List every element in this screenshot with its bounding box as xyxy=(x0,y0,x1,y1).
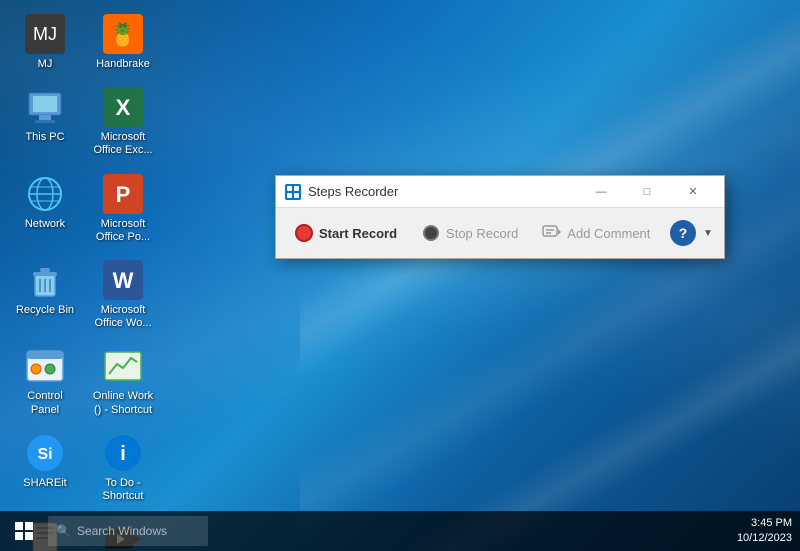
mj-label: MJ xyxy=(38,58,53,71)
icon-row-2: This PC X Microsoft Office Exc... xyxy=(10,83,158,161)
handbrake-label: Handbrake xyxy=(96,58,150,71)
mj-icon: MJ xyxy=(25,14,65,54)
desktop-icon-todo[interactable]: i To Do - Shortcut xyxy=(88,429,158,507)
svg-text:i: i xyxy=(120,443,126,465)
icon-row-3: Network P Microsoft Office Po... xyxy=(10,170,158,248)
desktop-icon-recycle-bin[interactable]: Recycle Bin xyxy=(10,256,80,334)
control-panel-icon xyxy=(25,346,65,386)
start-record-button[interactable]: Start Record xyxy=(284,216,407,250)
desktop-background-accent xyxy=(300,0,800,551)
svg-text:Si: Si xyxy=(37,446,52,463)
online-work-label: Online Work () - Shortcut xyxy=(92,390,154,416)
desktop: MJ MJ 🍍 Handbrake xyxy=(0,0,800,551)
svg-text:MJ: MJ xyxy=(33,24,57,44)
icon-row-4: Recycle Bin W Microsoft Office Wo... xyxy=(10,256,158,334)
taskbar-search-icon: 🔍 xyxy=(56,524,71,538)
recycle-bin-label: Recycle Bin xyxy=(16,304,74,317)
taskbar-date-display: 10/12/2023 xyxy=(737,531,792,546)
shareit-label: SHAREit xyxy=(23,477,66,490)
word-label: Microsoft Office Wo... xyxy=(92,304,154,330)
desktop-icon-excel[interactable]: X Microsoft Office Exc... xyxy=(88,83,158,161)
desktop-icon-shareit[interactable]: Si SHAREit xyxy=(10,429,80,507)
desktop-icon-control-panel[interactable]: Control Panel xyxy=(10,342,80,420)
stop-record-button[interactable]: Stop Record xyxy=(411,216,528,250)
svg-text:🍍: 🍍 xyxy=(109,22,136,47)
handbrake-icon: 🍍 xyxy=(103,14,143,54)
start-button[interactable] xyxy=(0,511,48,551)
minimize-button[interactable]: — xyxy=(578,176,624,208)
maximize-button[interactable]: □ xyxy=(624,176,670,208)
online-work-icon xyxy=(103,346,143,386)
add-comment-label: Add Comment xyxy=(567,226,650,241)
icon-row-5: Control Panel Online Work () - Shortcut xyxy=(10,342,158,420)
add-comment-icon xyxy=(542,223,562,243)
powerpoint-icon: P xyxy=(103,174,143,214)
add-comment-button[interactable]: Add Comment xyxy=(532,216,660,250)
close-button[interactable]: ✕ xyxy=(670,176,716,208)
desktop-icon-this-pc[interactable]: This PC xyxy=(10,83,80,161)
desktop-icon-mj[interactable]: MJ MJ xyxy=(10,10,80,75)
icon-row-1: MJ MJ 🍍 Handbrake xyxy=(10,10,158,75)
excel-icon: X xyxy=(103,87,143,127)
window-title: Steps Recorder xyxy=(308,184,578,199)
taskbar: 🔍 Search Windows 3:45 PM 10/12/2023 xyxy=(0,511,800,551)
shareit-icon: Si xyxy=(25,433,65,473)
stop-record-icon xyxy=(421,223,441,243)
network-label: Network xyxy=(25,218,65,231)
window-toolbar: Start Record Stop Record xyxy=(276,208,724,258)
taskbar-search-box[interactable]: 🔍 Search Windows xyxy=(48,516,208,546)
taskbar-search-placeholder: Search Windows xyxy=(77,524,167,538)
this-pc-label: This PC xyxy=(25,131,64,144)
start-record-label: Start Record xyxy=(319,226,397,241)
desktop-icons-container: MJ MJ 🍍 Handbrake xyxy=(10,10,158,551)
taskbar-right-area: 3:45 PM 10/12/2023 xyxy=(737,516,800,547)
desktop-icon-network[interactable]: Network xyxy=(10,170,80,248)
icon-row-6: Si SHAREit i To Do - Shortcut xyxy=(10,429,158,507)
network-icon xyxy=(25,174,65,214)
recycle-bin-icon xyxy=(25,260,65,300)
start-record-icon xyxy=(294,223,314,243)
word-icon: W xyxy=(103,260,143,300)
taskbar-clock: 3:45 PM 10/12/2023 xyxy=(737,516,792,547)
help-button[interactable]: ? xyxy=(670,220,696,246)
steps-recorder-app-icon xyxy=(284,183,302,201)
todo-label: To Do - Shortcut xyxy=(92,477,154,503)
excel-label: Microsoft Office Exc... xyxy=(92,131,154,157)
dropdown-arrow-button[interactable]: ▼ xyxy=(700,219,716,247)
windows-logo-icon xyxy=(15,522,33,540)
this-pc-icon xyxy=(25,87,65,127)
window-titlebar: Steps Recorder — □ ✕ xyxy=(276,176,724,208)
svg-text:W: W xyxy=(113,268,134,293)
desktop-icon-handbrake[interactable]: 🍍 Handbrake xyxy=(88,10,158,75)
desktop-icon-online-work[interactable]: Online Work () - Shortcut xyxy=(88,342,158,420)
steps-recorder-window: Steps Recorder — □ ✕ Start Record xyxy=(275,175,725,259)
todo-icon: i xyxy=(103,433,143,473)
desktop-icon-word[interactable]: W Microsoft Office Wo... xyxy=(88,256,158,334)
control-panel-label: Control Panel xyxy=(14,390,76,416)
window-controls: — □ ✕ xyxy=(578,176,716,208)
svg-text:P: P xyxy=(116,182,131,207)
svg-text:X: X xyxy=(116,95,131,120)
taskbar-time-display: 3:45 PM xyxy=(737,516,792,531)
stop-record-label: Stop Record xyxy=(446,226,518,241)
powerpoint-label: Microsoft Office Po... xyxy=(92,218,154,244)
desktop-icon-powerpoint[interactable]: P Microsoft Office Po... xyxy=(88,170,158,248)
